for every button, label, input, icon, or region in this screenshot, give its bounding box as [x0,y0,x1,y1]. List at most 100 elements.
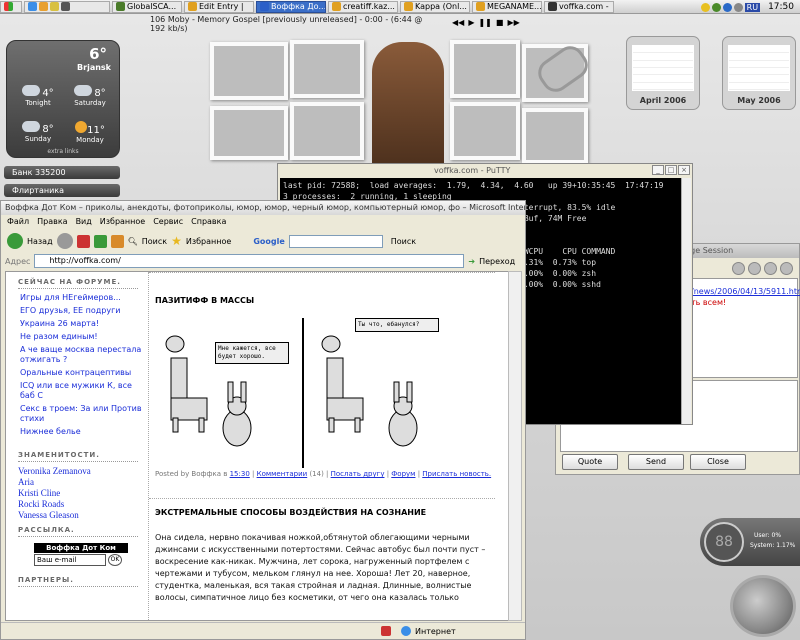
forum-link[interactable]: Нижнее белье [20,427,146,437]
menu-favorites[interactable]: Избранное [100,215,145,229]
message-link[interactable]: /news/2006/04/13/5911.htm [691,287,800,296]
start-button[interactable] [0,0,22,13]
google-search-field[interactable] [288,234,383,248]
taskbar-button[interactable]: voffka.com - [544,0,614,13]
time-link[interactable]: 15:30 [230,470,250,478]
taskbar-button[interactable]: creatiff.kaz... [328,0,398,13]
calendar-cell [650,83,659,90]
calendar-cell [780,68,789,76]
user-icon[interactable] [780,262,793,275]
calendar-cell [729,75,738,83]
celeb-link[interactable]: Veronika Zemanova [18,466,146,476]
stop-icon[interactable] [76,234,90,248]
minimize-button[interactable]: _ [652,165,664,175]
menu-view[interactable]: Вид [76,215,92,229]
star-icon[interactable]: ★ [171,234,182,248]
photo-tile [210,106,288,160]
refresh-icon[interactable] [93,234,107,248]
quote-button[interactable]: Quote [562,454,618,470]
comic-strip: Мне кажется, все будет хорошо. Ты что, е… [157,318,481,468]
send-friend-link[interactable]: Послать другу [331,470,385,478]
calendar-cell [746,68,755,76]
dropdown-icon[interactable] [732,262,745,275]
menu-tools[interactable]: Сервис [153,215,183,229]
forum-link[interactable]: Форум [391,470,415,478]
emoticon-icon[interactable] [748,262,761,275]
window-title: voffka.com - PuTTY _ □ × [278,164,692,177]
taskbar-button[interactable]: Воффка До... [256,0,326,13]
forum-link[interactable]: А че ваще москва перестала отжигать ? [20,345,146,365]
favorites-button[interactable]: Избранное [186,237,231,246]
forum-link[interactable]: ЕГО друзья, ЕЕ подруги [20,306,146,316]
search-icon[interactable]: 🔍︎ [128,237,138,246]
page-scrollbar[interactable] [508,271,522,621]
network-icon[interactable] [722,2,732,12]
folder-icon [50,2,59,11]
shield-icon[interactable] [711,2,721,12]
flirtanika-button[interactable]: Флиртаника [4,184,120,197]
article-title[interactable]: ПАЗИТИФФ В МАССЫ [155,296,254,305]
menu-edit[interactable]: Правка [37,215,67,229]
next-icon[interactable]: ▶▶ [507,18,519,27]
mailing-header: РАССЫЛКА. [18,526,138,537]
volume-icon[interactable] [733,2,743,12]
photo-tile [522,108,588,164]
suggest-news-link[interactable]: Прислать новость. [422,470,491,478]
calendar-cell [658,83,668,90]
menu-file[interactable]: Файл [7,215,29,229]
close-button[interactable]: Close [690,454,746,470]
color-icon[interactable] [764,262,777,275]
taskbar-button[interactable]: MEGANAME... [472,0,542,13]
calendar-cell [729,46,738,54]
address-input[interactable]: http://voffka.com/ [34,254,465,268]
forum-link[interactable]: Не разом единым! [20,332,146,342]
player-icon [61,2,70,11]
forum-link[interactable]: ICQ или все мужики К, все баб С [20,381,146,401]
taskbar-button[interactable]: GlobalSCA... [112,0,182,13]
forward-icon[interactable] [56,233,73,249]
forum-link[interactable]: Секс в троем: За или Против стихи [20,404,146,424]
go-icon[interactable]: ➔ [468,257,475,266]
taskbar-button[interactable]: Edit Entry | [184,0,254,13]
pause-icon[interactable]: ❚❚ [478,18,491,27]
calendar-cell [754,75,764,83]
menu-help[interactable]: Справка [191,215,226,229]
maximize-button[interactable]: □ [665,165,677,175]
bank-button[interactable]: Банк 335200 [4,166,120,179]
close-button[interactable]: × [678,165,690,175]
forum-link[interactable]: Украина 26 марта! [20,319,146,329]
taskbar-button[interactable]: Kappa (Onl... [400,0,470,13]
cpu-digits: 88 [704,522,744,562]
comments-link[interactable]: Комментарии [257,470,308,478]
celeb-link[interactable]: Vanessa Gleason [18,510,146,520]
window-title: Воффка Дот Ком – приколы, анекдоты, фото… [1,201,525,215]
mail-icon [39,2,48,11]
extra-links[interactable]: extra links [7,148,119,155]
celeb-link[interactable]: Aria [18,477,146,487]
calendar-cell [754,68,764,76]
back-icon[interactable] [7,233,23,249]
language-indicator[interactable]: RU [744,2,761,12]
photo-woman-hair [372,42,444,170]
terminal-scrollbar[interactable] [681,178,691,424]
calendar-cell [746,83,755,90]
search-button[interactable]: Поиск [142,237,167,246]
web-page[interactable]: СЕЙЧАС НА ФОРУМЕ. Игры для НЕгеймеров...… [5,271,509,621]
article-title[interactable]: ЭКСТРЕМАЛЬНЫЕ СПОСОБЫ ВОЗДЕЙСТВИЯ НА СОЗ… [155,508,426,517]
email-input[interactable]: Ваш e-mail [34,554,106,566]
home-icon[interactable] [110,234,124,248]
stop-icon[interactable]: ■ [496,18,504,27]
play-icon[interactable]: ▶ [468,18,474,27]
subscribe-button[interactable]: OK [108,554,122,566]
forum-link[interactable]: Игры для НЕгеймеров... [20,293,146,303]
google-search-button[interactable]: Поиск [391,237,416,246]
smiley-icon[interactable] [700,2,710,12]
back-button[interactable]: Назад [27,237,53,246]
celeb-link[interactable]: Kristi Cline [18,488,146,498]
go-button[interactable]: Переход [479,257,515,266]
prev-icon[interactable]: ◀◀ [452,18,464,27]
celeb-link[interactable]: Rocki Roads [18,499,146,509]
send-button[interactable]: Send [628,454,684,470]
quicklaunch[interactable] [24,0,110,13]
forum-link[interactable]: Оральные контрацептивы [20,368,146,378]
